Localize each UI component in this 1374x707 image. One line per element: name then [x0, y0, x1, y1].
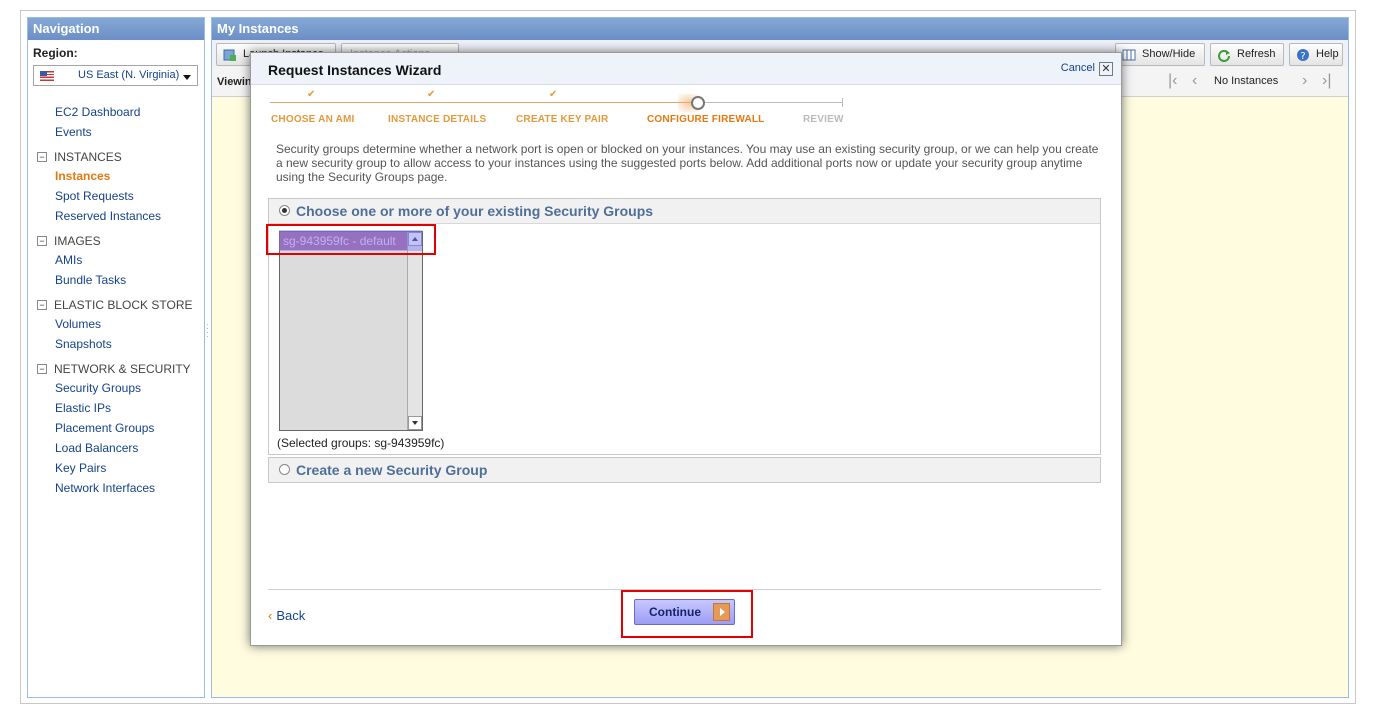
first-page-icon[interactable]: |‹ [1168, 73, 1177, 89]
collapse-icon[interactable]: − [37, 364, 47, 374]
collapse-icon[interactable]: − [37, 236, 47, 246]
help-icon: ? [1297, 49, 1309, 62]
splitter-handle[interactable]: · · · · [206, 320, 209, 341]
nav-item-key-pairs[interactable]: Key Pairs [28, 458, 204, 478]
intro-text: Security groups determine whether a netw… [276, 142, 1099, 184]
pager-text: No Instances [1214, 75, 1279, 87]
previous-page-icon[interactable]: ‹ [1192, 73, 1197, 89]
step-choose-ami: CHOOSE AN AMI [271, 114, 355, 125]
check-icon: ✔ [549, 89, 558, 100]
existing-groups-label: Choose one or more of your existing Secu… [296, 203, 654, 219]
back-link[interactable]: ‹ Back [268, 608, 305, 623]
create-group-label: Create a new Security Group [296, 462, 488, 478]
us-flag-icon [40, 71, 54, 81]
request-instances-wizard: Request Instances Wizard Cancel ✕ ✔ ✔ ✔ … [250, 52, 1122, 646]
back-label: Back [276, 608, 306, 623]
nav-item-ec2-dashboard[interactable]: EC2 Dashboard [28, 102, 204, 122]
show-hide-label: Show/Hide [1142, 48, 1196, 60]
last-page-icon[interactable]: ›| [1322, 73, 1331, 89]
nav-item-reserved-instances[interactable]: Reserved Instances [28, 206, 204, 226]
launch-icon [223, 49, 236, 61]
nav-item-network-interfaces[interactable]: Network Interfaces [28, 478, 204, 498]
nav-item-events[interactable]: Events [28, 122, 204, 142]
collapse-icon[interactable]: − [37, 300, 47, 310]
close-icon[interactable]: ✕ [1099, 62, 1113, 76]
nav-item-bundle-tasks[interactable]: Bundle Tasks [28, 270, 204, 290]
nav-section-instances[interactable]: − INSTANCES [28, 148, 204, 166]
nav-item-spot-requests[interactable]: Spot Requests [28, 186, 204, 206]
final-step-tick [842, 98, 843, 107]
selected-groups-text: (Selected groups: sg-943959fc) [277, 436, 445, 450]
continue-button[interactable]: Continue [634, 599, 735, 625]
show-hide-button[interactable]: Show/Hide [1115, 43, 1205, 66]
collapse-icon[interactable]: − [37, 152, 47, 162]
nav-item-load-balancers[interactable]: Load Balancers [28, 438, 204, 458]
current-step-icon [691, 96, 705, 110]
listbox-scrollbar[interactable] [407, 232, 422, 430]
security-groups-listbox[interactable]: sg-943959fc - default [279, 231, 423, 431]
create-group-panel[interactable]: Create a new Security Group [268, 457, 1101, 483]
nav-section-title: IMAGES [54, 234, 101, 248]
wizard-steps: ✔ ✔ ✔ CHOOSE AN AMI INSTANCE DETAILS CRE… [270, 89, 850, 129]
wizard-header: Request Instances Wizard Cancel ✕ [251, 53, 1121, 85]
check-icon: ✔ [307, 89, 316, 100]
check-icon: ✔ [427, 89, 436, 100]
progress-line-remaining [700, 102, 842, 103]
help-label: Help [1316, 48, 1339, 60]
region-select[interactable]: US East (N. Virginia) [33, 65, 198, 86]
nav-item-amis[interactable]: AMIs [28, 250, 204, 270]
nav-section-ebs[interactable]: − ELASTIC BLOCK STORE [28, 296, 204, 314]
nav-item-placement-groups[interactable]: Placement Groups [28, 418, 204, 438]
existing-groups-header[interactable]: Choose one or more of your existing Secu… [269, 199, 1100, 224]
cancel-link[interactable]: Cancel [1061, 62, 1095, 74]
navigation-panel: Navigation Region: US East (N. Virginia)… [27, 17, 205, 698]
nav-list: EC2 Dashboard Events − INSTANCES Instanc… [28, 102, 204, 498]
step-create-key-pair: CREATE KEY PAIR [516, 114, 609, 125]
nav-section-title: INSTANCES [54, 150, 122, 164]
help-button[interactable]: ? Help [1289, 43, 1343, 66]
chevron-left-icon: ‹ [268, 608, 273, 623]
nav-section-images[interactable]: − IMAGES [28, 232, 204, 250]
svg-text:?: ? [1300, 51, 1305, 62]
refresh-button[interactable]: Refresh [1210, 43, 1284, 66]
highlight-box-security-group [266, 224, 436, 255]
nav-item-elastic-ips[interactable]: Elastic IPs [28, 398, 204, 418]
nav-section-network-security[interactable]: − NETWORK & SECURITY [28, 360, 204, 378]
continue-label: Continue [649, 605, 701, 619]
step-configure-firewall: CONFIGURE FIREWALL [647, 114, 765, 125]
chevron-down-icon [183, 75, 191, 80]
nav-section-title: NETWORK & SECURITY [54, 362, 191, 376]
columns-icon [1122, 49, 1136, 61]
nav-section-title: ELASTIC BLOCK STORE [54, 298, 193, 312]
create-group-radio[interactable] [279, 464, 290, 475]
wizard-title: Request Instances Wizard [268, 62, 442, 78]
region-value: US East (N. Virginia) [78, 69, 180, 81]
pager: |‹ ‹ No Instances › ›| [1168, 73, 1340, 91]
nav-item-instances[interactable]: Instances [28, 166, 204, 186]
refresh-icon [1218, 50, 1230, 62]
nav-item-snapshots[interactable]: Snapshots [28, 334, 204, 354]
existing-groups-radio[interactable] [279, 205, 290, 216]
refresh-label: Refresh [1237, 48, 1276, 60]
navigation-title: Navigation [28, 18, 204, 40]
nav-item-security-groups[interactable]: Security Groups [28, 378, 204, 398]
next-page-icon[interactable]: › [1302, 73, 1307, 89]
arrow-right-icon [713, 603, 730, 621]
scroll-down-icon[interactable] [408, 416, 422, 430]
main-title: My Instances [212, 18, 1348, 40]
highlight-fill [279, 230, 422, 251]
nav-item-volumes[interactable]: Volumes [28, 314, 204, 334]
step-instance-details: INSTANCE DETAILS [388, 114, 487, 125]
region-label: Region: [33, 46, 78, 60]
step-review: REVIEW [803, 114, 844, 125]
